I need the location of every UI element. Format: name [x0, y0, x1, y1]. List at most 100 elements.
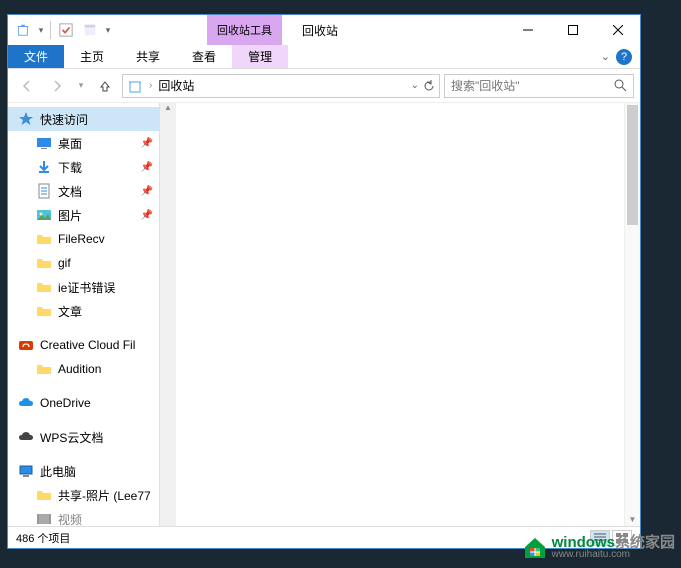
- ribbon-tab-file[interactable]: 文件: [8, 45, 64, 68]
- sidebar-scrollbar[interactable]: ▲: [160, 103, 176, 526]
- creative-cloud-icon: [18, 337, 34, 353]
- window-controls: [505, 15, 640, 45]
- sidebar-item-filerecv[interactable]: FileRecv: [8, 227, 159, 251]
- content-area: ▼: [176, 103, 640, 526]
- sidebar-item-shared-photos[interactable]: 共享-照片 (Lee77: [8, 483, 159, 507]
- status-item-count: 486 个项目: [16, 530, 70, 546]
- search-placeholder: 搜索"回收站": [451, 77, 520, 94]
- explorer-body: 快速访问 桌面 📌 下载 📌 文档 📌: [8, 103, 640, 526]
- sidebar-item-desktop[interactable]: 桌面 📌: [8, 131, 159, 155]
- wps-cloud-icon: [18, 429, 34, 445]
- sidebar-item-label: ie证书错误: [58, 279, 115, 296]
- folder-icon: [36, 231, 52, 247]
- sidebar-item-downloads[interactable]: 下载 📌: [8, 155, 159, 179]
- sidebar-item-ie-cert-error[interactable]: ie证书错误: [8, 275, 159, 299]
- file-list-empty[interactable]: [176, 103, 624, 526]
- ribbon-tab-label: 查看: [192, 48, 216, 65]
- sidebar-item-articles[interactable]: 文章: [8, 299, 159, 323]
- sidebar-item-pictures[interactable]: 图片 📌: [8, 203, 159, 227]
- watermark-line1a: windows: [552, 534, 615, 551]
- download-icon: [36, 159, 52, 175]
- star-icon: [18, 111, 34, 127]
- content-scrollbar[interactable]: ▼: [624, 103, 640, 526]
- ribbon-tab-label: 主页: [80, 48, 104, 65]
- address-bar[interactable]: › 回收站 ⌄: [122, 74, 440, 98]
- sidebar-item-onedrive[interactable]: OneDrive: [8, 391, 159, 415]
- window-title: 回收站: [282, 15, 338, 45]
- sidebar-item-gif[interactable]: gif: [8, 251, 159, 275]
- chevron-down-icon[interactable]: ▾: [36, 19, 46, 41]
- forward-button[interactable]: [44, 73, 70, 99]
- ribbon-tab-label: 共享: [136, 48, 160, 65]
- sidebar-item-label: Audition: [58, 362, 101, 376]
- sidebar-item-label: OneDrive: [40, 396, 91, 410]
- sidebar-item-label: 桌面: [58, 135, 82, 152]
- sidebar-item-label: WPS云文档: [40, 429, 103, 446]
- video-icon: [36, 511, 52, 526]
- recent-locations-button[interactable]: ▾: [74, 73, 88, 99]
- breadcrumb-location[interactable]: 回收站: [158, 77, 194, 94]
- nav-tree: 快速访问 桌面 📌 下载 📌 文档 📌: [8, 103, 159, 526]
- folder-icon: [36, 487, 52, 503]
- watermark-logo: windows系统家园 www.ruihaitu.com: [522, 534, 675, 560]
- ribbon-tab-home[interactable]: 主页: [64, 45, 120, 68]
- navigation-bar: ▾ › 回收站 ⌄ 搜索"回收站": [8, 69, 640, 103]
- picture-icon: [36, 207, 52, 223]
- sidebar-item-label: FileRecv: [58, 232, 105, 246]
- pin-icon: 📌: [141, 186, 153, 197]
- search-icon[interactable]: [614, 79, 627, 92]
- title-bar: ▾ ▾ 回收站工具 回收站: [8, 15, 640, 45]
- pin-icon: 📌: [141, 210, 153, 221]
- ribbon-tab-label: 管理: [248, 48, 272, 65]
- properties-checkbox-icon[interactable]: [55, 19, 77, 41]
- help-icon[interactable]: ?: [616, 49, 632, 65]
- sidebar-item-videos[interactable]: 视频: [8, 507, 159, 526]
- refresh-icon[interactable]: [423, 80, 435, 92]
- qat-separator: [50, 21, 51, 39]
- chevron-down-icon[interactable]: ▾: [103, 19, 113, 41]
- window-title-text: 回收站: [302, 22, 338, 39]
- this-pc-icon: [18, 463, 34, 479]
- ribbon-tab-view[interactable]: 查看: [176, 45, 232, 68]
- sidebar-item-label: 图片: [58, 207, 82, 224]
- sidebar-item-label: Creative Cloud Fil: [40, 338, 135, 352]
- watermark-text: windows系统家园 www.ruihaitu.com: [552, 535, 675, 560]
- ribbon-right-controls: ⌄ ?: [601, 45, 640, 68]
- folder-icon: [36, 303, 52, 319]
- scrollbar-thumb[interactable]: [627, 105, 638, 225]
- contextual-tab-recycle-tools[interactable]: 回收站工具: [207, 15, 282, 45]
- address-dropdown-icon[interactable]: ⌄: [411, 80, 419, 91]
- back-button[interactable]: [14, 73, 40, 99]
- sidebar-item-quick-access[interactable]: 快速访问: [8, 107, 159, 131]
- sidebar-item-documents[interactable]: 文档 📌: [8, 179, 159, 203]
- quick-access-toolbar: ▾ ▾: [8, 15, 117, 45]
- onedrive-icon: [18, 395, 34, 411]
- house-icon: [522, 534, 548, 560]
- sidebar-item-this-pc[interactable]: 此电脑: [8, 459, 159, 483]
- ribbon-expand-icon[interactable]: ⌄: [601, 50, 610, 63]
- minimize-button[interactable]: [505, 15, 550, 45]
- sidebar-item-label: 共享-照片 (Lee77: [58, 487, 151, 504]
- close-button[interactable]: [595, 15, 640, 45]
- sidebar-item-wps[interactable]: WPS云文档: [8, 425, 159, 449]
- up-button[interactable]: [92, 73, 118, 99]
- contextual-tab-label: 回收站工具: [217, 22, 272, 38]
- sidebar-item-label: 下载: [58, 159, 82, 176]
- folder-icon: [36, 279, 52, 295]
- new-folder-icon[interactable]: [79, 19, 101, 41]
- ribbon-tab-manage[interactable]: 管理: [232, 45, 288, 68]
- ribbon-tab-share[interactable]: 共享: [120, 45, 176, 68]
- folder-icon: [36, 361, 52, 377]
- sidebar-item-audition[interactable]: Audition: [8, 357, 159, 381]
- breadcrumb-separator: ›: [149, 80, 152, 91]
- pin-icon: 📌: [141, 162, 153, 173]
- recycle-bin-icon: [127, 78, 143, 94]
- maximize-button[interactable]: [550, 15, 595, 45]
- sidebar-item-creative-cloud[interactable]: Creative Cloud Fil: [8, 333, 159, 357]
- search-box[interactable]: 搜索"回收站": [444, 74, 634, 98]
- sidebar-item-label: gif: [58, 256, 71, 270]
- desktop-icon: [36, 135, 52, 151]
- sidebar-item-label: 此电脑: [40, 463, 76, 480]
- recycle-bin-icon[interactable]: [12, 19, 34, 41]
- ribbon-tabs: 文件 主页 共享 查看 管理 ⌄ ?: [8, 45, 640, 69]
